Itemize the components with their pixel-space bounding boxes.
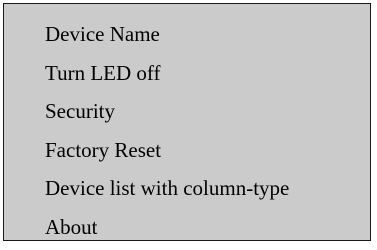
- menu-item-label: Security: [45, 99, 115, 123]
- menu-item-factory-reset[interactable]: Factory Reset: [4, 135, 370, 174]
- menu-item-label: Device Name: [45, 22, 160, 46]
- context-menu: Device Name Turn LED off Security Factor…: [3, 3, 371, 241]
- menu-item-device-list-column-type[interactable]: Device list with column-type: [4, 173, 370, 212]
- menu-item-security[interactable]: Security: [4, 96, 370, 135]
- menu-item-label: Factory Reset: [45, 138, 161, 162]
- menu-item-about[interactable]: About: [4, 212, 370, 250]
- menu-item-label: Turn LED off: [45, 61, 161, 85]
- menu-item-label: Device list with column-type: [45, 176, 289, 200]
- menu-item-turn-led-off[interactable]: Turn LED off: [4, 58, 370, 97]
- menu-item-device-name[interactable]: Device Name: [4, 19, 370, 58]
- menu-item-label: About: [45, 215, 98, 239]
